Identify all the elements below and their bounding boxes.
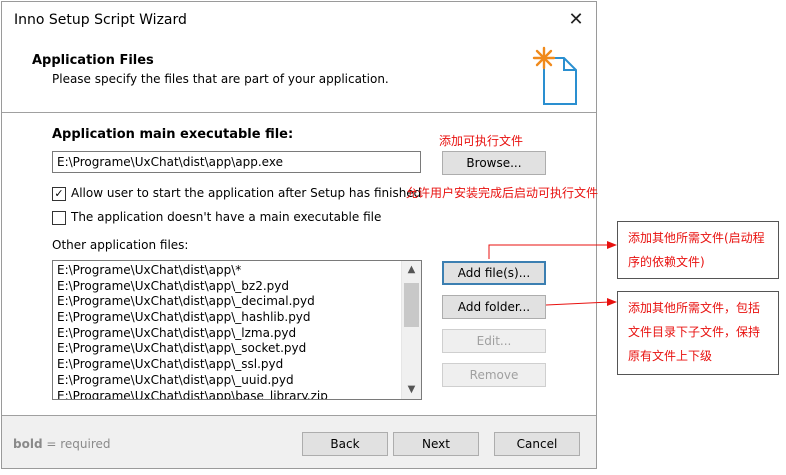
arrow-add-files [488,244,610,259]
annotation-arrows [488,241,617,306]
arrow-add-folder [545,301,611,306]
arrow-head-add-folder [607,298,617,306]
arrow-head-add-files [607,241,617,249]
